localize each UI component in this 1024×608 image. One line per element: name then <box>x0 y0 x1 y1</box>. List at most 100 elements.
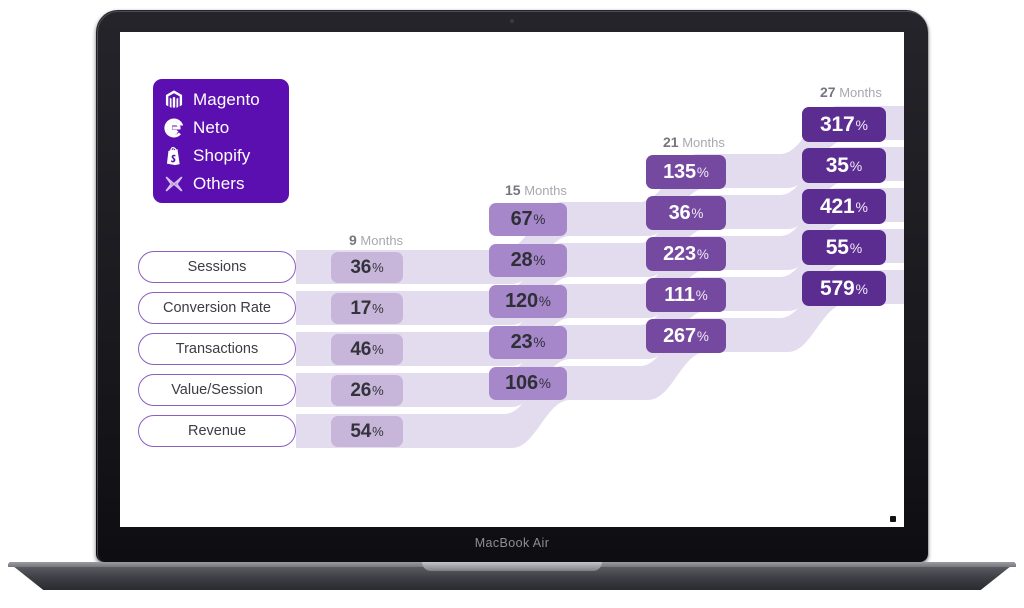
legend-label-magento: Magento <box>193 90 260 109</box>
device-bezel-label: MacBook Air <box>474 536 550 550</box>
value-badge-21m-conversion-rate: 36 % <box>646 196 726 230</box>
value-badge-27m-conversion-rate: 35 % <box>802 148 886 183</box>
value-number: 26 <box>350 379 372 401</box>
metric-label-transactions: Transactions <box>138 333 296 365</box>
percent-sign: % <box>696 328 709 344</box>
value-badge-9m-value-per-session: 26 % <box>331 375 403 406</box>
column-header-21-number: 21 <box>663 134 679 150</box>
value-badge-9m-sessions: 36 % <box>331 252 403 283</box>
value-number: 17 <box>350 297 372 319</box>
metric-label-text: Revenue <box>187 423 247 439</box>
value-badge-15m-sessions: 67 % <box>489 203 567 236</box>
value-number: 223 <box>663 242 696 265</box>
column-header-15-months: 15 Months <box>505 182 567 198</box>
value-badge-15m-transactions: 120 % <box>489 285 567 318</box>
percent-sign: % <box>372 342 384 357</box>
percent-sign: % <box>696 246 709 262</box>
column-header-21-unit: Months <box>682 135 725 150</box>
value-badge-15m-revenue: 106 % <box>489 367 567 400</box>
value-number: 28 <box>510 249 533 271</box>
percent-sign: % <box>372 424 384 439</box>
value-number: 23 <box>510 331 533 353</box>
value-number: 267 <box>663 324 696 347</box>
value-badge-27m-value-per-session: 55 % <box>802 230 886 265</box>
legend-item-neto: Neto <box>153 114 289 142</box>
value-badge-9m-conversion-rate: 17 % <box>331 293 403 324</box>
value-badge-15m-value-per-session: 23 % <box>489 326 567 359</box>
value-number: 135 <box>663 160 696 183</box>
value-number: 106 <box>505 372 538 394</box>
value-number: 35 <box>825 153 849 177</box>
column-header-9-number: 9 <box>349 232 357 248</box>
value-badge-9m-transactions: 46 % <box>331 334 403 365</box>
percent-sign: % <box>533 335 546 350</box>
metric-label-revenue: Revenue <box>138 415 296 447</box>
percent-sign: % <box>855 280 868 297</box>
webcam-icon <box>510 19 514 23</box>
value-number: 120 <box>505 290 538 312</box>
legend-item-others: Others <box>153 170 289 198</box>
percent-sign: % <box>695 287 708 303</box>
metric-label-text: Transactions <box>175 341 259 357</box>
laptop-mockup: Magento Neto Shopify Others 9 Months 15 … <box>0 0 1024 608</box>
value-number: 36 <box>668 201 691 224</box>
value-number: 46 <box>350 338 372 360</box>
percent-sign: % <box>849 157 863 174</box>
percent-sign: % <box>372 260 384 275</box>
legend-item-magento: Magento <box>153 86 289 114</box>
value-badge-21m-transactions: 223 % <box>646 237 726 271</box>
value-number: 54 <box>350 420 372 442</box>
value-number: 579 <box>820 276 855 300</box>
magento-icon <box>162 88 186 112</box>
legend-label-others: Others <box>193 174 245 193</box>
percent-sign: % <box>855 198 868 215</box>
value-number: 55 <box>825 235 849 259</box>
platform-legend-box: Magento Neto Shopify Others <box>153 79 289 203</box>
laptop-screen: Magento Neto Shopify Others 9 Months 15 … <box>120 32 904 527</box>
value-badge-21m-sessions: 135 % <box>646 155 726 189</box>
metric-label-value-per-session: Value/Session <box>138 374 296 406</box>
percent-sign: % <box>372 383 384 398</box>
value-badge-9m-revenue: 54 % <box>331 416 403 447</box>
legend-item-shopify: Shopify <box>153 142 289 170</box>
percent-sign: % <box>533 253 546 268</box>
value-badge-21m-value-per-session: 111 % <box>646 278 726 312</box>
percent-sign: % <box>538 376 551 391</box>
neto-icon <box>162 116 186 140</box>
presentation-slide: Magento Neto Shopify Others 9 Months 15 … <box>120 32 904 527</box>
column-header-27-months: 27 Months <box>820 84 882 100</box>
percent-sign: % <box>855 116 868 133</box>
value-badge-27m-transactions: 421 % <box>802 189 886 224</box>
metric-label-sessions: Sessions <box>138 251 296 283</box>
value-number: 317 <box>820 112 855 136</box>
value-badge-21m-revenue: 267 % <box>646 319 726 353</box>
column-header-21-months: 21 Months <box>663 134 725 150</box>
percent-sign: % <box>849 239 863 256</box>
others-x-icon <box>162 172 186 196</box>
column-header-15-unit: Months <box>524 183 567 198</box>
column-header-15-number: 15 <box>505 182 521 198</box>
value-badge-27m-sessions: 317 % <box>802 107 886 142</box>
metric-label-text: Conversion Rate <box>163 300 271 316</box>
value-number: 111 <box>664 283 695 306</box>
column-header-27-unit: Months <box>839 85 882 100</box>
metric-label-text: Value/Session <box>171 382 263 398</box>
value-badge-27m-revenue: 579 % <box>802 271 886 306</box>
legend-label-neto: Neto <box>193 118 230 137</box>
percent-sign: % <box>696 164 709 180</box>
value-number: 36 <box>350 256 372 278</box>
column-header-27-number: 27 <box>820 84 836 100</box>
percent-sign: % <box>372 301 384 316</box>
column-header-9-months: 9 Months <box>349 232 403 248</box>
value-badge-15m-conversion-rate: 28 % <box>489 244 567 277</box>
shopify-icon <box>162 144 186 168</box>
value-number: 421 <box>820 194 855 218</box>
laptop-base-notch <box>422 562 602 571</box>
screen-corner-dot <box>890 516 896 522</box>
percent-sign: % <box>538 294 551 309</box>
legend-label-shopify: Shopify <box>193 146 251 165</box>
percent-sign: % <box>533 212 546 227</box>
metric-label-text: Sessions <box>187 259 247 275</box>
metric-label-conversion-rate: Conversion Rate <box>138 292 296 324</box>
percent-sign: % <box>691 205 704 221</box>
